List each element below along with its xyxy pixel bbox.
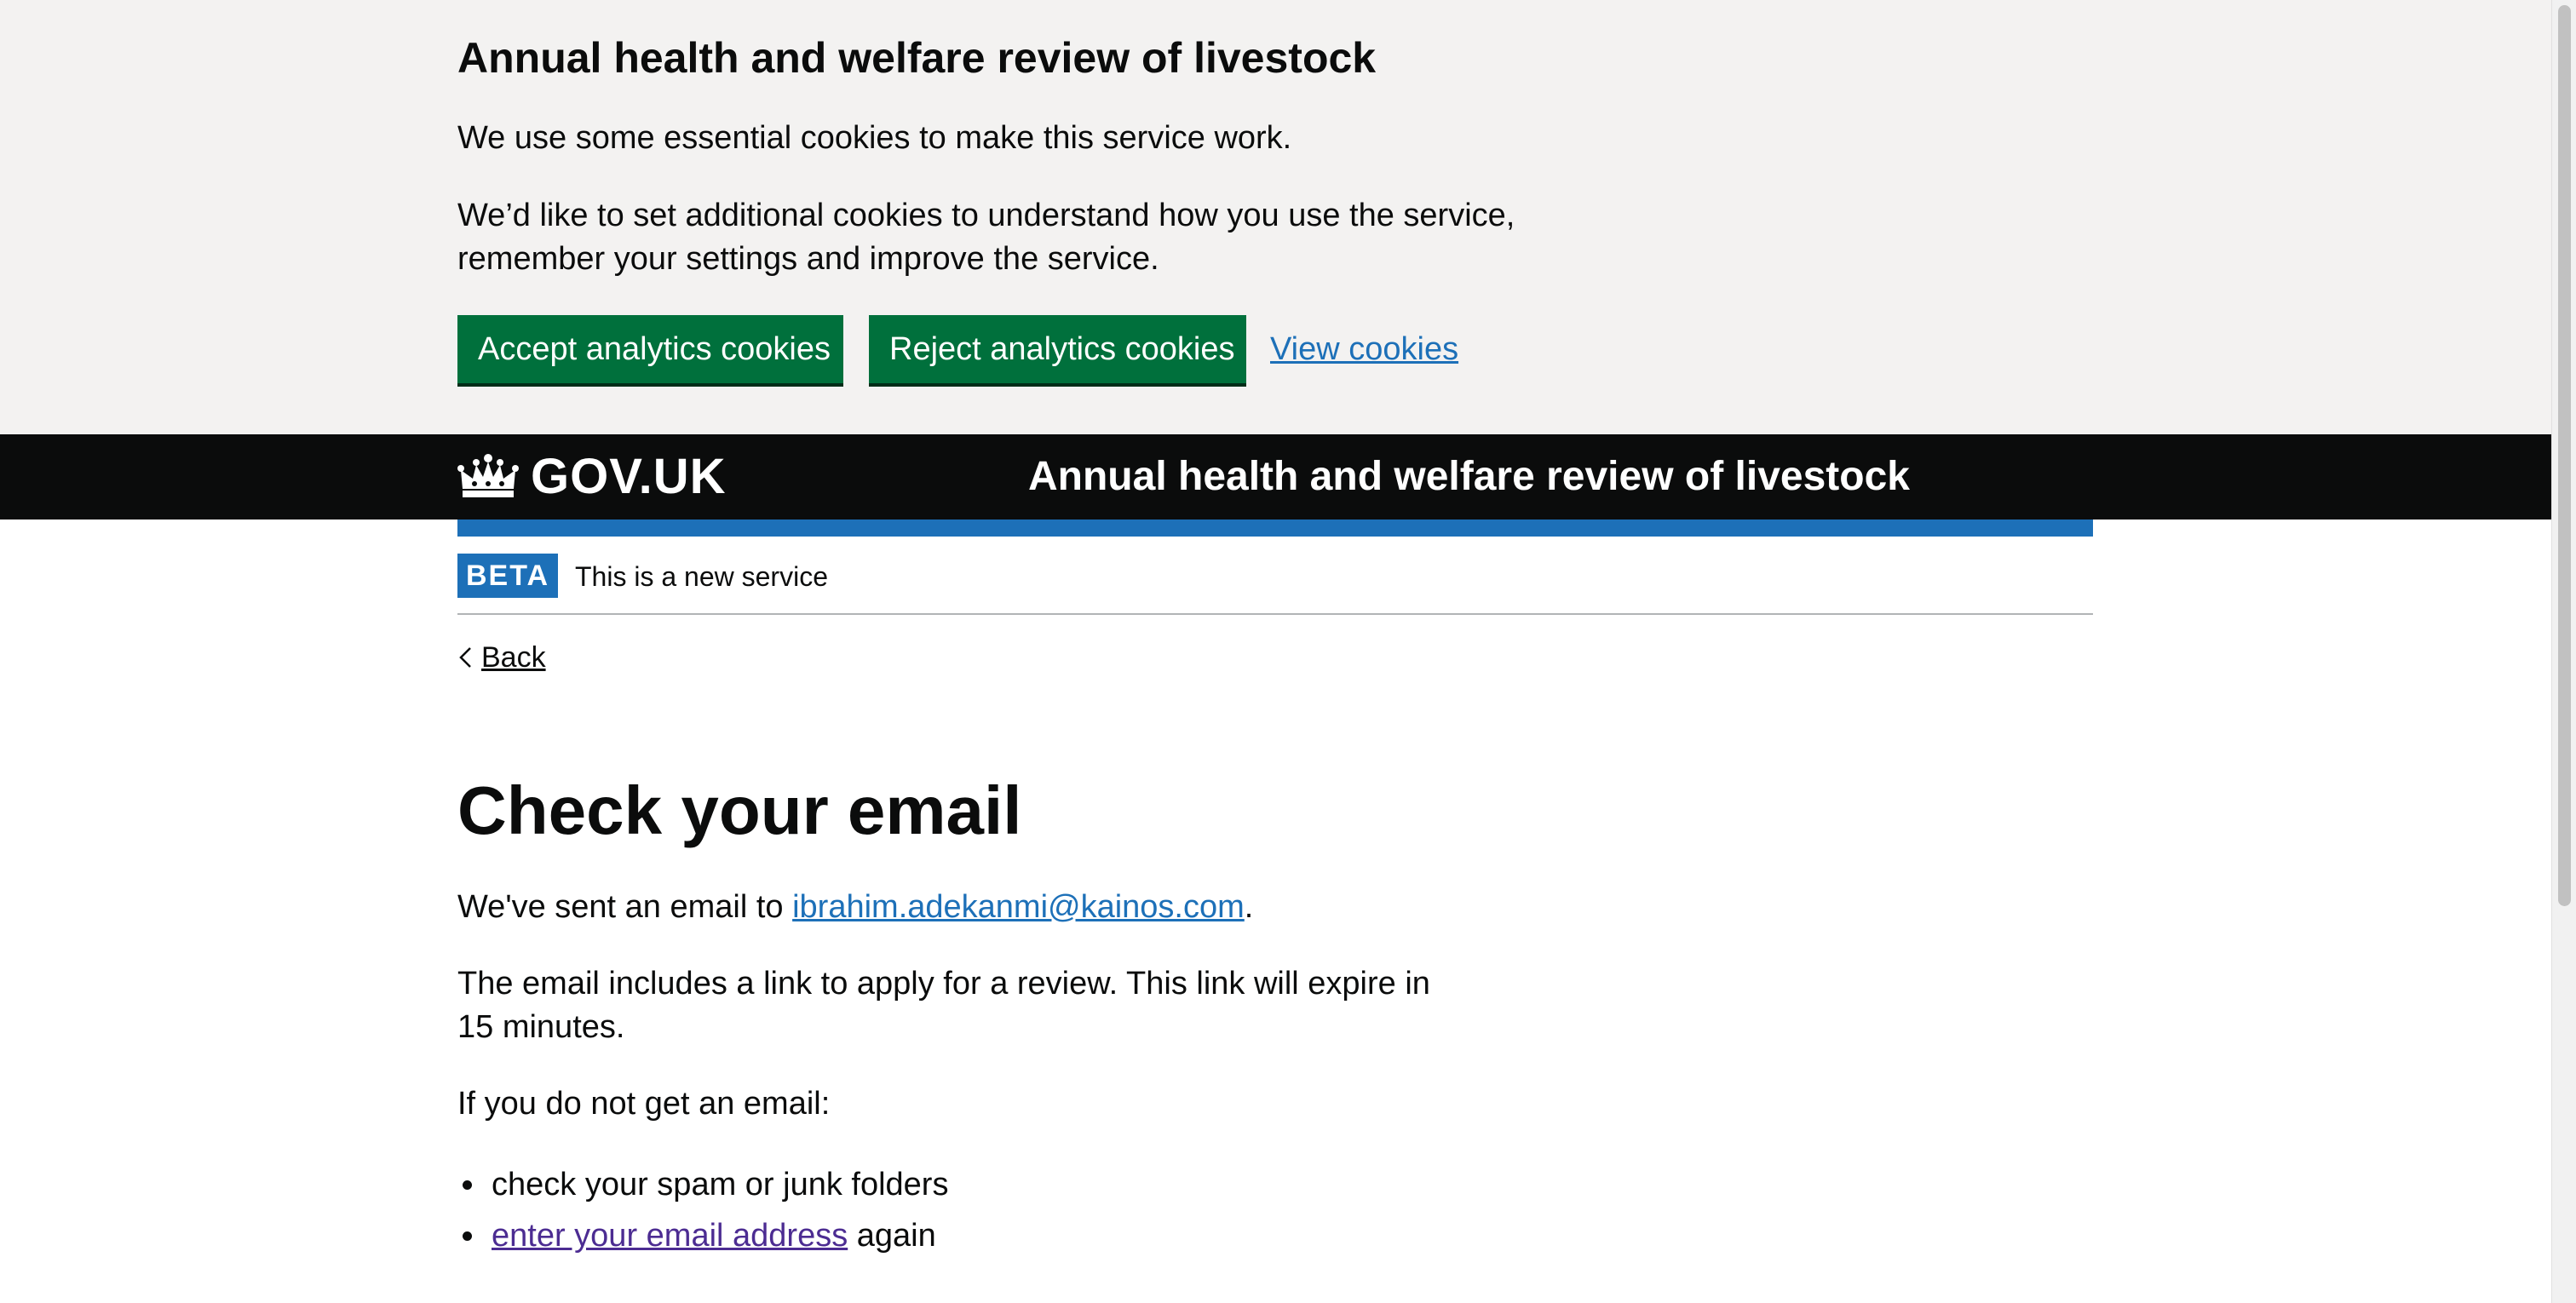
govuk-logo-text: GOV.UK xyxy=(531,449,727,504)
cookie-banner-essential-text: We use some essential cookies to make th… xyxy=(457,120,1292,156)
email-sent-text: We've sent an email to ibrahim.adekanmi@… xyxy=(457,886,1253,929)
service-name-link[interactable]: Annual health and welfare review of live… xyxy=(1028,451,1910,502)
header-blue-bar xyxy=(457,519,2093,537)
cookie-banner-analytics-text: We’d like to set additional cookies to u… xyxy=(457,198,1515,277)
enter-email-address-link[interactable]: enter your email address xyxy=(492,1218,848,1254)
site-header: GOV.UK Annual health and welfare review … xyxy=(0,434,2551,519)
back-link-label: Back xyxy=(481,641,546,674)
list-item: enter your email address again xyxy=(457,1210,948,1261)
no-email-list: check your spam or junk folders enter yo… xyxy=(457,1159,948,1261)
cookie-banner: Annual health and welfare review of live… xyxy=(0,0,2551,434)
page-title: Check your email xyxy=(457,772,1022,848)
vertical-scrollbar[interactable] xyxy=(2551,0,2576,1303)
check-spam-text: check your spam or junk folders xyxy=(492,1167,949,1203)
back-link[interactable]: Back xyxy=(457,634,546,681)
scrollbar-thumb[interactable] xyxy=(2558,5,2571,906)
page: Annual health and welfare review of live… xyxy=(0,0,2576,1303)
reject-analytics-cookies-button[interactable]: Reject analytics cookies xyxy=(869,315,1246,383)
govuk-logo-link[interactable]: GOV.UK xyxy=(457,450,726,504)
email-address-link[interactable]: ibrahim.adekanmi@kainos.com xyxy=(792,889,1245,925)
view-cookies-link[interactable]: View cookies xyxy=(1270,324,1458,375)
crown-icon xyxy=(457,454,519,497)
bullet-icon xyxy=(463,1180,472,1190)
bullet-icon xyxy=(463,1231,472,1241)
beta-tag: BETA xyxy=(457,554,558,598)
no-email-heading: If you do not get an email: xyxy=(457,1086,831,1122)
phase-banner: BETA This is a new service xyxy=(457,537,2093,615)
list-item: check your spam or junk folders xyxy=(457,1159,948,1210)
link-expiry-text: The email includes a link to apply for a… xyxy=(457,966,1430,1045)
phase-banner-text: This is a new service xyxy=(575,561,828,592)
email-sent-suffix: . xyxy=(1244,889,1254,925)
chevron-left-icon xyxy=(459,647,471,668)
accept-analytics-cookies-button[interactable]: Accept analytics cookies xyxy=(457,315,843,383)
email-sent-prefix: We've sent an email to xyxy=(457,889,793,925)
cookie-banner-title: Annual health and welfare review of live… xyxy=(457,34,1377,82)
again-text: again xyxy=(848,1218,936,1254)
